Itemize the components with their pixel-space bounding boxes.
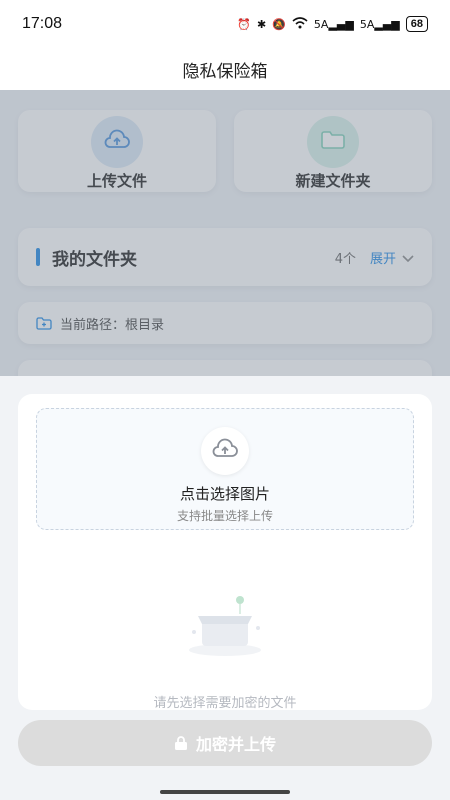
image-picker-dropzone[interactable]: 点击选择图片 支持批量选择上传 [36, 408, 414, 530]
wifi-icon [292, 16, 308, 32]
empty-state-illustration [180, 592, 270, 666]
cloud-upload-icon [211, 438, 239, 464]
dropzone-icon-circle [201, 427, 249, 475]
battery-icon: 68 [405, 16, 428, 32]
mute-icon: 🔕 [272, 17, 286, 31]
modal-overlay[interactable] [0, 90, 450, 376]
signal-label-1: 5A [313, 17, 329, 31]
bluetooth-icon: ✱ [256, 17, 267, 31]
status-icons: ⏰ ✱ 🔕 5A▂▄▆ 5A▂▄▆ 68 [237, 16, 428, 32]
lock-icon [174, 735, 188, 751]
page-title: 隐私保险箱 [182, 61, 268, 82]
signal-icon: 5A▂▄▆ [359, 17, 400, 31]
dropzone-subtitle: 支持批量选择上传 [176, 509, 273, 523]
empty-state-text: 请先选择需要加密的文件 [153, 696, 297, 711]
signal-icon: 5A▂▄▆ [313, 17, 354, 31]
encrypt-upload-button[interactable]: 加密并上传 [18, 720, 432, 766]
dropzone-title: 点击选择图片 [179, 485, 270, 503]
home-indicator [160, 790, 290, 794]
signal-label-2: 5A [359, 17, 375, 31]
alarm-icon: ⏰ [237, 17, 251, 31]
status-time: 17:08 [22, 15, 63, 32]
upload-panel: 点击选择图片 支持批量选择上传 请先选择需要加密的文件 [18, 394, 432, 711]
upload-sheet: 点击选择图片 支持批量选择上传 请先选择需要加密的文件 加密并上传 [0, 376, 450, 800]
encrypt-upload-label: 加密并上传 [195, 735, 276, 754]
page-title-bar: 隐私保险箱 [0, 48, 450, 90]
status-bar: 17:08 ⏰ ✱ 🔕 5A▂▄▆ 5A▂▄▆ 68 [0, 0, 450, 48]
